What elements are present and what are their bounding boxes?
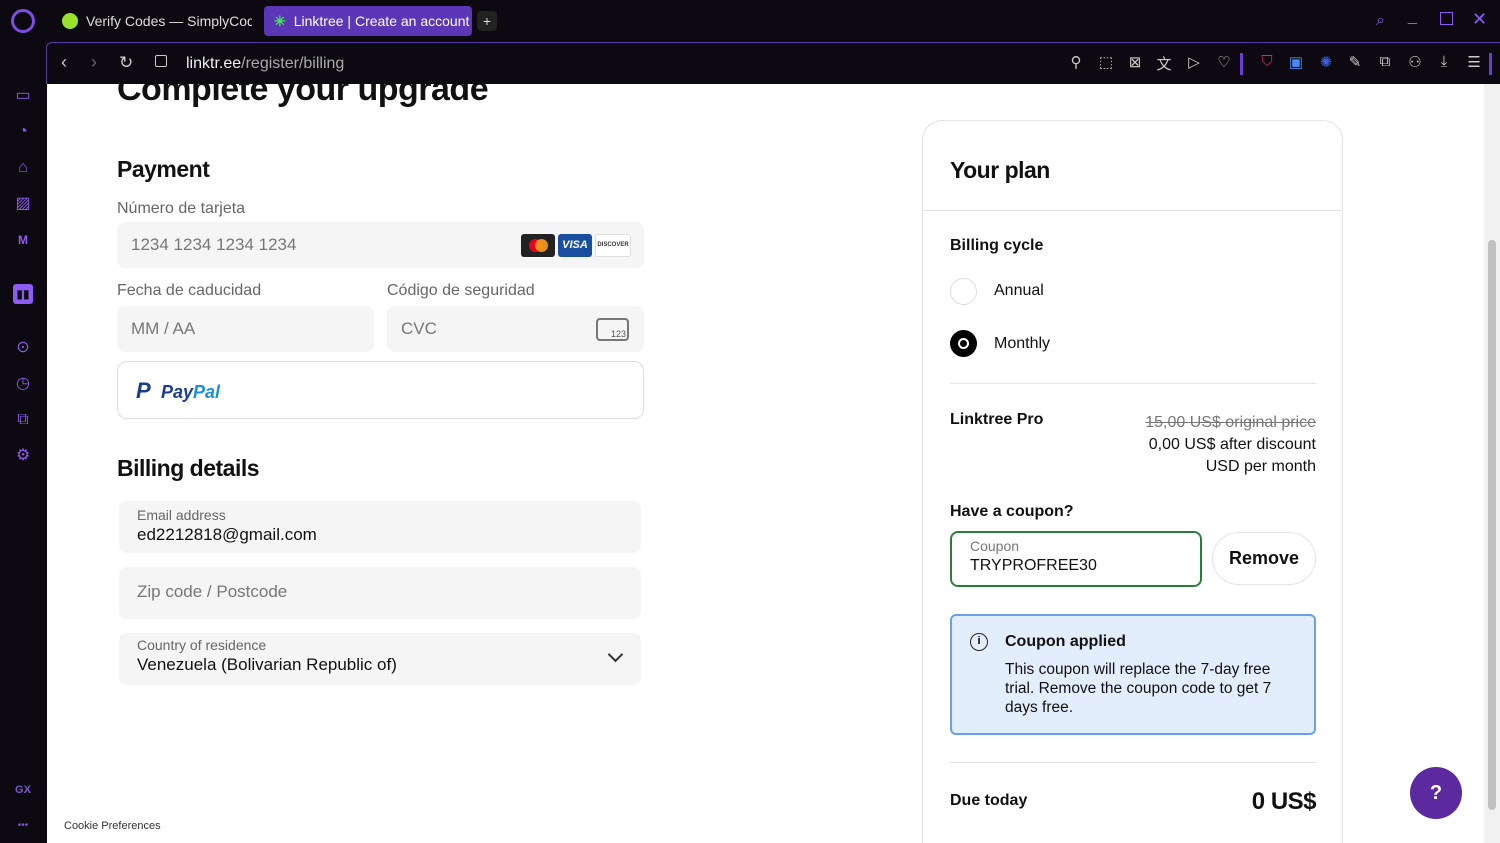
billing-heading: Billing details	[117, 455, 260, 481]
download-icon[interactable]: ⤓	[1434, 53, 1454, 73]
url-field[interactable]: linktr.ee/register/billing	[186, 55, 344, 73]
zip-field[interactable]: Zip code / Postcode	[119, 567, 641, 619]
extension-blue-icon[interactable]: ✺	[1316, 53, 1336, 73]
restore-icon[interactable]	[1440, 12, 1453, 25]
radio-annual[interactable]	[950, 278, 977, 305]
expiry-label: Fecha de caducidad	[117, 282, 262, 299]
help-button[interactable]: ?	[1410, 767, 1462, 819]
coupon-heading: Have a coupon?	[950, 503, 1074, 520]
adblock-icon[interactable]: ⊠	[1125, 53, 1145, 73]
country-select[interactable]: Country of residence Venezuela (Bolivari…	[119, 633, 641, 685]
simplycodes-icon	[62, 13, 78, 29]
pin-icon[interactable]: ⚲	[1066, 53, 1086, 73]
address-bar: ‹ › ↻ linktr.ee/register/billing ⚲ ⬚ ⊠ 文…	[46, 42, 1500, 84]
more-icon[interactable]: •••	[13, 816, 33, 836]
search-icon[interactable]: ⌕	[1376, 12, 1385, 30]
close-icon[interactable]: ✕	[1472, 9, 1487, 30]
price-period: USD per month	[1205, 458, 1316, 475]
sidebar: ▭ ◔ ⌂ ▨ M ▮▮ ⊙ ◷ ⧉ ⚙ GX •••	[0, 84, 46, 843]
reload-icon[interactable]: ↻	[119, 53, 133, 73]
tab-verify-codes[interactable]: Verify Codes — SimplyCodes	[52, 6, 252, 36]
paypal-wordmark: PayPal	[161, 382, 221, 402]
remove-coupon-button[interactable]: Remove	[1212, 532, 1316, 585]
gx-controller-icon[interactable]: ▭	[13, 86, 33, 106]
new-tab-button[interactable]: +	[477, 11, 497, 31]
price-block: 15,00 US$ original price 0,00 US$ after …	[1145, 412, 1316, 478]
paypal-logo-icon: P	[136, 378, 151, 403]
expiry-input[interactable]: MM / AA	[117, 306, 374, 352]
plan-card: Your plan Billing cycle Annual Monthly L…	[922, 120, 1343, 843]
linktree-icon: ✳	[274, 12, 286, 29]
player-icon[interactable]: ⊙	[13, 338, 33, 358]
annual-label[interactable]: Annual	[994, 282, 1044, 300]
product-name: Linktree Pro	[950, 411, 1044, 428]
minimize-icon[interactable]: _	[1408, 8, 1417, 26]
gx-label[interactable]: GX	[13, 780, 33, 800]
send-icon[interactable]: ▷	[1184, 53, 1204, 73]
gx-corner-icon[interactable]: ⌂	[13, 158, 33, 178]
coupon-input[interactable]: Coupon TRYPROFREE30	[950, 531, 1202, 587]
discount-price: 0,00 US$ after discount	[1148, 436, 1316, 453]
card-number-input[interactable]: 1234 1234 1234 1234 VISA DISCOVER	[117, 222, 644, 268]
original-price: 15,00 US$ original price	[1145, 414, 1316, 431]
notice-title: Coupon applied	[1005, 633, 1126, 650]
divider	[1240, 53, 1243, 75]
scrollbar-thumb[interactable]	[1488, 240, 1496, 810]
google-translate-icon[interactable]: ▣	[1286, 53, 1306, 73]
m-icon[interactable]: M	[13, 230, 33, 250]
card-number-label: Número de tarjeta	[117, 200, 246, 217]
cvc-label: Código de seguridad	[387, 282, 535, 299]
translate-icon[interactable]: 文	[1154, 53, 1174, 73]
payment-heading: Payment	[117, 156, 210, 182]
cookie-preferences-link[interactable]: Cookie Preferences	[64, 820, 161, 832]
speed-dial-icon[interactable]: ◔	[13, 122, 33, 142]
radio-monthly[interactable]	[950, 330, 977, 357]
extensions-icon[interactable]: ⧉	[1375, 53, 1395, 73]
wallpaper-icon[interactable]: ▨	[13, 194, 33, 214]
history-icon[interactable]: ◷	[13, 374, 33, 394]
scrollbar[interactable]	[1484, 84, 1500, 843]
divider	[1489, 53, 1492, 75]
cvc-input[interactable]: CVC 123	[387, 306, 644, 352]
forward-icon[interactable]: ›	[91, 52, 97, 73]
page-content: Complete your upgrade Payment Número de …	[47, 84, 1484, 843]
settings-icon[interactable]: ⚙	[13, 446, 33, 466]
twitch-icon[interactable]: ▮▮	[13, 284, 33, 304]
email-field[interactable]: Email address ed2212818@gmail.com	[119, 501, 641, 553]
edit-icon[interactable]: ✎	[1345, 53, 1365, 73]
menu-icon[interactable]: ☰	[1464, 53, 1484, 73]
info-icon: i	[970, 633, 988, 651]
extensions-sidebar-icon[interactable]: ⧉	[13, 410, 33, 430]
back-icon[interactable]: ‹	[61, 52, 67, 73]
snapshot-icon[interactable]: ⬚	[1096, 53, 1116, 73]
notice-body: This coupon will replace the 7-day free …	[1005, 661, 1272, 716]
paypal-button[interactable]: P PayPal	[117, 361, 644, 419]
cvc-card-icon: 123	[596, 318, 629, 341]
profile-icon[interactable]: ⚇	[1405, 53, 1425, 73]
due-today-value: 0 US$	[1251, 788, 1317, 815]
visa-icon: VISA	[558, 234, 592, 257]
opera-logo-icon[interactable]	[11, 9, 35, 33]
tab-linktree[interactable]: ✳ Linktree | Create an account	[264, 6, 472, 36]
divider	[950, 762, 1316, 763]
ublock-icon[interactable]: ⛉	[1257, 53, 1277, 73]
lock-icon	[155, 55, 167, 67]
divider	[923, 210, 1342, 211]
discover-icon: DISCOVER	[595, 234, 631, 257]
coupon-notice: i Coupon applied This coupon will replac…	[950, 614, 1316, 735]
help-icon: ?	[1429, 782, 1443, 804]
due-today-label: Due today	[950, 792, 1028, 809]
monthly-label[interactable]: Monthly	[994, 335, 1050, 353]
plan-heading: Your plan	[950, 157, 1050, 183]
page-title: Complete your upgrade	[117, 84, 489, 108]
divider	[950, 383, 1316, 384]
mastercard-icon	[521, 234, 555, 257]
heart-icon[interactable]: ♡	[1214, 53, 1234, 73]
tab-bar: Verify Codes — SimplyCodes ✳ Linktree | …	[0, 0, 1500, 42]
billing-cycle-label: Billing cycle	[950, 237, 1044, 254]
